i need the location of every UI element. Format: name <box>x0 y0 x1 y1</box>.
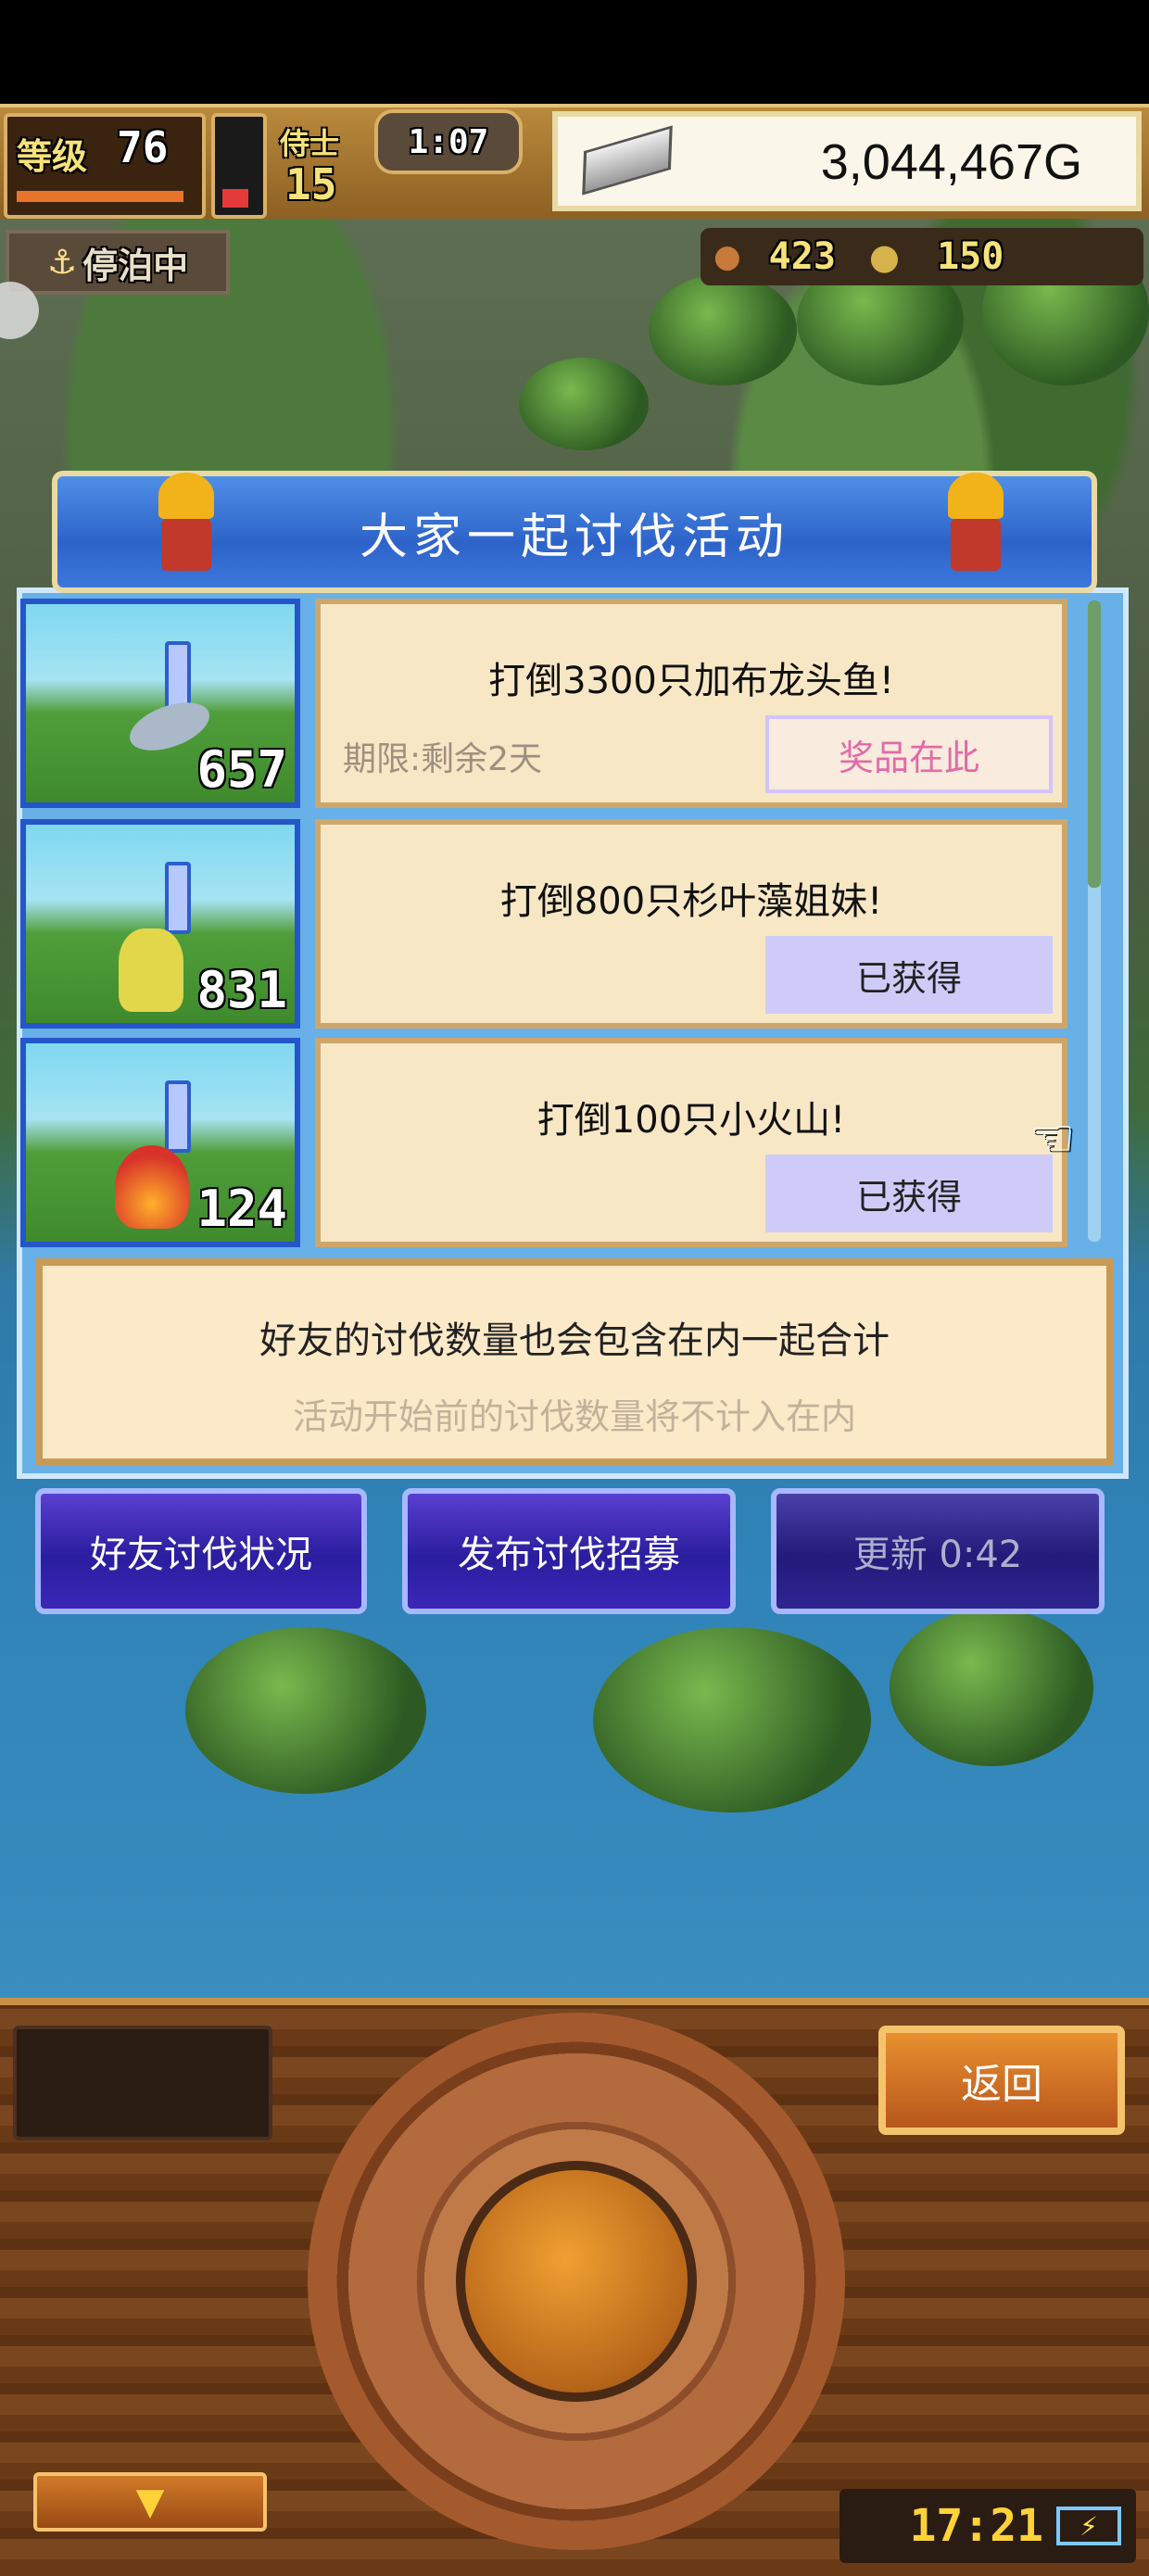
event-goal: 打倒3300只加布龙头鱼! <box>488 660 894 702</box>
event-goal: 打倒100只小火山! <box>537 1099 846 1142</box>
scrollbar-thumb[interactable] <box>1088 600 1101 888</box>
level-label: 等级 <box>17 136 88 177</box>
gold-bar-icon <box>582 125 673 196</box>
info-line-2: 活动开始前的讨伐数量将不计入在内 <box>292 1396 856 1437</box>
tree <box>890 1609 1093 1766</box>
staff-box: 侍士 15 <box>276 113 378 211</box>
status-text: 停泊中 <box>82 245 189 286</box>
top-black-bar <box>0 0 1149 104</box>
event-goal: 打倒800只杉叶藻姐妹! <box>499 880 883 923</box>
stamina-gauge <box>211 113 267 219</box>
refresh-button[interactable]: 更新 0:42 <box>771 1488 1105 1614</box>
claimed-button[interactable]: 已获得 <box>765 936 1053 1014</box>
back-button[interactable]: 返回 <box>878 2026 1125 2135</box>
gold-amount: 3,044,467G <box>820 134 1082 190</box>
event-limit: 期限:剩余2天 <box>343 740 543 778</box>
tree <box>593 1627 871 1812</box>
event-image-2: 831 <box>20 819 300 1029</box>
pointing-hand-icon: ☜ <box>1029 1108 1076 1168</box>
empty-slot <box>13 2026 272 2140</box>
defeat-count: 124 <box>196 1180 287 1238</box>
tree <box>649 274 797 385</box>
medal-icon: ● <box>868 236 901 277</box>
volcano-monster-icon <box>115 1145 189 1229</box>
hud-bar: 等级 76 侍士 15 1:07 3,044,467G <box>0 104 1149 226</box>
exclamation-icon <box>165 1080 191 1153</box>
stamina-fill <box>222 189 248 208</box>
food-count: 423 <box>768 235 836 278</box>
event-card-1: 打倒3300只加布龙头鱼! 期限:剩余2天 奖品在此 <box>315 599 1067 808</box>
tree <box>519 358 649 450</box>
level-value: 76 <box>117 122 169 172</box>
timer-box: 1:07 <box>374 109 523 174</box>
collapse-arrow-button[interactable]: ▼ <box>33 2472 267 2532</box>
staff-label: 侍士 <box>280 126 340 161</box>
clock-box: 17:21 ⚡ <box>840 2489 1136 2563</box>
timer-value: 1:07 <box>408 122 489 161</box>
staff-value: 15 <box>285 159 337 209</box>
defeat-count: 831 <box>196 961 287 1019</box>
level-box: 等级 76 <box>4 113 206 219</box>
food-icon: ● <box>713 238 741 275</box>
exp-bar <box>17 191 183 202</box>
dpad-center-button[interactable] <box>456 2161 697 2402</box>
friends-status-button[interactable]: 好友讨伐状况 <box>35 1488 367 1614</box>
clock-time: 17:21 <box>909 2500 1044 2552</box>
prize-button[interactable]: 奖品在此 <box>765 715 1053 793</box>
gold-panel: 3,044,467G <box>552 111 1142 211</box>
event-image-3: 124 <box>20 1038 300 1247</box>
event-card-2: 打倒800只杉叶藻姐妹! 已获得 <box>315 819 1067 1029</box>
dialog-title: 大家一起讨伐活动 <box>359 509 789 565</box>
claimed-button[interactable]: 已获得 <box>765 1155 1053 1232</box>
info-box: 好友的讨伐数量也会包含在内一起合计 活动开始前的讨伐数量将不计入在内 <box>35 1258 1114 1466</box>
event-card-3: 打倒100只小火山! 已获得 <box>315 1038 1067 1247</box>
defeat-count: 657 <box>196 740 287 799</box>
post-recruit-button[interactable]: 发布讨伐招募 <box>402 1488 736 1614</box>
chevron-down-icon: ▼ <box>135 2481 165 2523</box>
status-badge: ⚓ 停泊中 <box>6 230 230 295</box>
hero-right-icon <box>936 473 1016 575</box>
resource-strip: ● 423 ● 150 <box>701 228 1143 285</box>
info-line-1: 好友的讨伐数量也会包含在内一起合计 <box>259 1320 890 1362</box>
exclamation-icon <box>165 862 191 934</box>
seaweed-sister-icon <box>119 928 183 1012</box>
medal-count: 150 <box>937 235 1004 278</box>
battery-icon: ⚡ <box>1056 2507 1121 2545</box>
event-image-1: 657 <box>20 599 300 808</box>
tree <box>185 1627 426 1794</box>
hero-left-icon <box>146 473 226 575</box>
anchor-icon: ⚓ <box>46 243 78 282</box>
